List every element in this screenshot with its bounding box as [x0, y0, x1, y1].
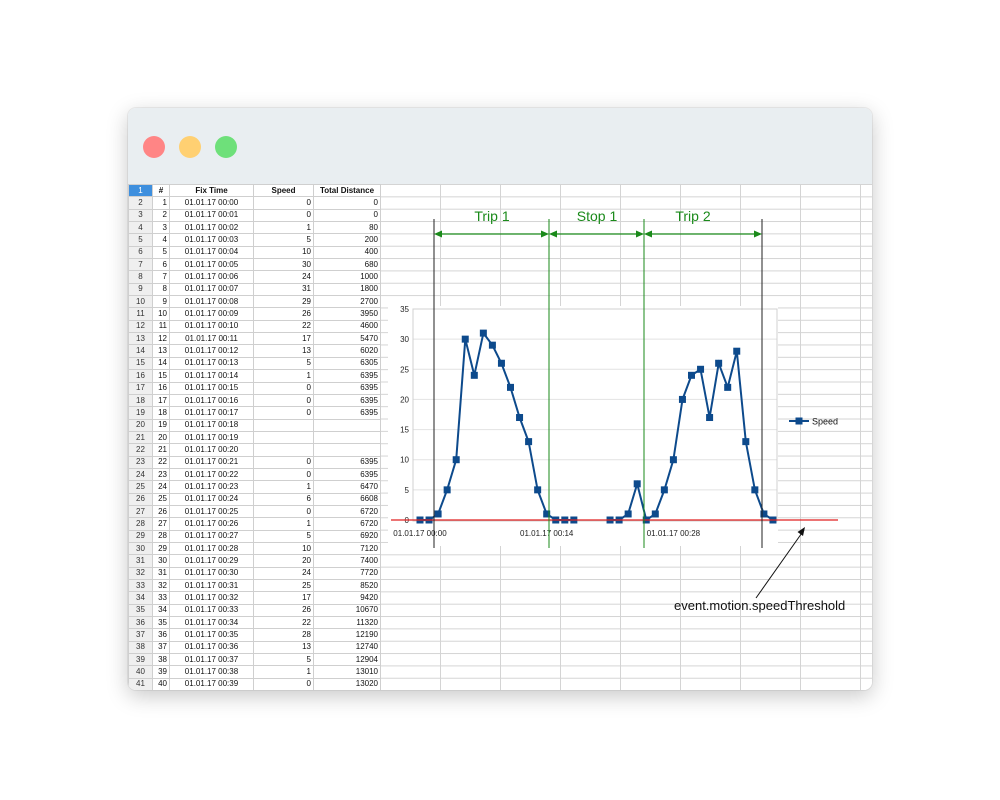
speed-data-point: [434, 510, 442, 518]
speed-data-point: [461, 335, 469, 343]
speed-data-point: [733, 347, 741, 355]
speed-data-point: [697, 365, 705, 373]
trip1-label: Trip 1: [474, 208, 509, 224]
speed-data-point: [669, 456, 677, 464]
speed-data-point: [497, 359, 505, 367]
window-titlebar: [128, 108, 872, 184]
y-tick-label: 10: [400, 456, 409, 465]
spreadsheet-grid[interactable]: 1 # Fix Time Speed Total Distance 2 1 01.0…: [128, 184, 872, 690]
speed-data-point: [688, 371, 695, 379]
speed-data-point: [507, 383, 514, 391]
y-tick-label: 35: [400, 305, 409, 314]
speed-data-point: [678, 395, 686, 403]
y-tick-label: 15: [400, 426, 409, 435]
stop1-arrow-left-head: [549, 230, 557, 238]
speed-data-point: [760, 510, 768, 518]
maximize-window-button[interactable]: [215, 136, 237, 158]
speed-data-point: [516, 414, 524, 422]
speed-chart[interactable]: 05101520253035 01.01.17 00:0001.01.17 00…: [128, 184, 872, 690]
threshold-pointer-arrowhead: [797, 527, 805, 536]
trip2-arrow-left-head: [644, 230, 652, 238]
y-tick-label: 20: [400, 395, 409, 404]
legend-marker: [795, 417, 803, 425]
x-tick-label: 01.01.17 00:14: [520, 529, 574, 538]
speed-data-point: [443, 486, 451, 494]
close-window-button[interactable]: [143, 136, 165, 158]
trip1-arrow-left-head: [434, 230, 442, 238]
y-tick-label: 30: [400, 335, 409, 344]
stop1-arrow-right-head: [636, 230, 644, 238]
chart-plot-background: [388, 306, 778, 546]
x-tick-label: 01.01.17 00:00: [393, 529, 447, 538]
x-tick-label: 01.01.17 00:28: [647, 529, 701, 538]
threshold-annotation-label: event.motion.speedThreshold: [674, 598, 845, 613]
speed-data-point: [742, 438, 750, 446]
speed-data-point: [706, 414, 714, 422]
trip2-label: Trip 2: [675, 208, 710, 224]
speed-data-point: [488, 341, 496, 349]
speed-data-point: [452, 456, 460, 464]
y-tick-label: 5: [405, 486, 410, 495]
trip2-arrow-right-head: [754, 230, 762, 238]
trip1-arrow-right-head: [541, 230, 549, 238]
minimize-window-button[interactable]: [179, 136, 201, 158]
speed-data-point: [525, 438, 533, 446]
speed-data-point: [470, 371, 478, 379]
legend-label-speed: Speed: [812, 417, 838, 427]
speed-data-point: [633, 480, 641, 488]
stop1-label: Stop 1: [577, 208, 618, 224]
speed-data-point: [624, 510, 632, 518]
speed-data-point: [651, 510, 659, 518]
speed-data-point: [534, 486, 542, 494]
y-tick-label: 25: [400, 365, 409, 374]
chart-legend: Speed: [789, 417, 838, 427]
speed-data-point: [724, 383, 732, 391]
speed-data-point: [479, 329, 487, 337]
speed-data-point: [715, 359, 723, 367]
speed-data-point: [751, 486, 759, 494]
speed-data-point: [660, 486, 668, 494]
app-window: 1 # Fix Time Speed Total Distance 2 1 01.0…: [128, 108, 872, 690]
